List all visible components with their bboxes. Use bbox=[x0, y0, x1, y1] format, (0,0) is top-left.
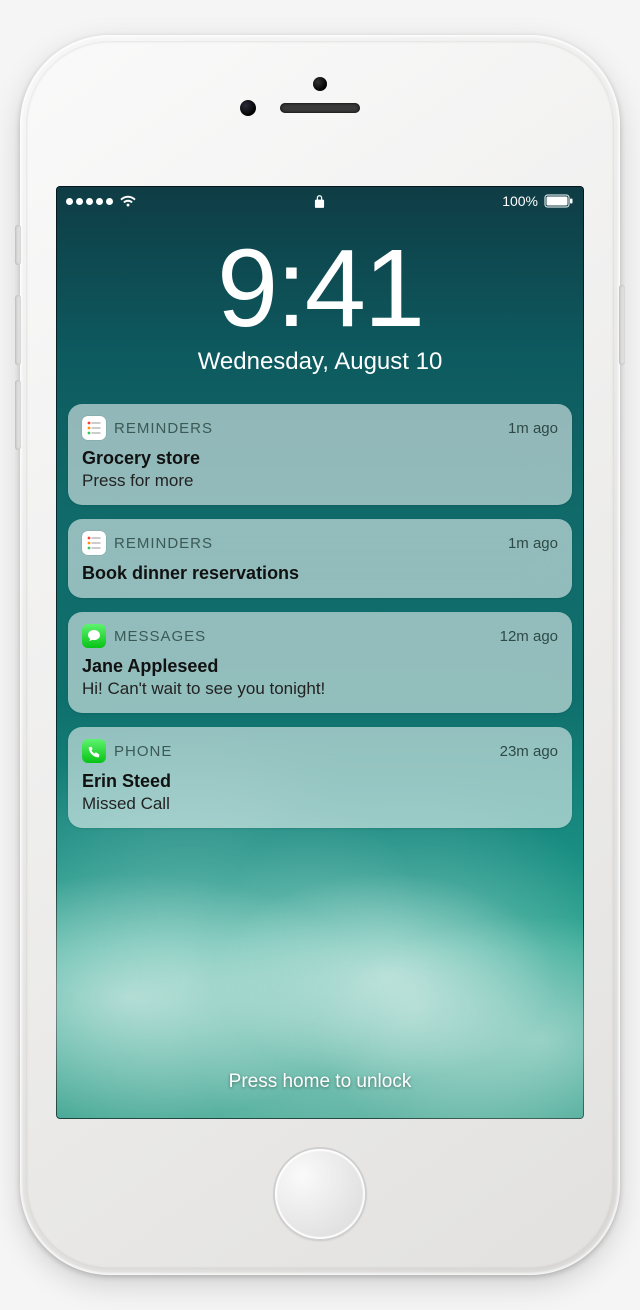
notification-app-name: PHONE bbox=[114, 743, 172, 760]
notification-time: 1m ago bbox=[508, 535, 558, 552]
notification-title: Grocery store bbox=[82, 448, 558, 469]
reminders-app-icon bbox=[82, 416, 106, 440]
messages-app-icon bbox=[82, 624, 106, 648]
phone-app-icon bbox=[82, 739, 106, 763]
lock-icon bbox=[314, 194, 325, 209]
notification-card[interactable]: REMINDERS 1m ago Grocery store Press for… bbox=[68, 404, 572, 505]
status-bar: 100% bbox=[56, 186, 584, 216]
lock-screen[interactable]: 100% 9:41 Wednesday, August 10 bbox=[56, 186, 584, 1119]
wifi-icon bbox=[119, 195, 137, 208]
notification-app-name: MESSAGES bbox=[114, 628, 206, 645]
proximity-sensor bbox=[240, 100, 256, 116]
notification-app-name: REMINDERS bbox=[114, 420, 213, 437]
earpiece-speaker bbox=[280, 103, 360, 113]
power-button[interactable] bbox=[619, 285, 625, 365]
notification-title: Jane Appleseed bbox=[82, 656, 558, 677]
home-button[interactable] bbox=[275, 1149, 365, 1239]
lock-screen-date: Wednesday, August 10 bbox=[56, 348, 584, 376]
notification-list: REMINDERS 1m ago Grocery store Press for… bbox=[56, 404, 584, 828]
notification-body: Missed Call bbox=[82, 794, 558, 814]
reminders-app-icon bbox=[82, 531, 106, 555]
notification-title: Book dinner reservations bbox=[82, 563, 558, 584]
volume-up-button[interactable] bbox=[15, 295, 21, 365]
mute-switch[interactable] bbox=[15, 225, 21, 265]
front-camera bbox=[313, 77, 327, 91]
notification-title: Erin Steed bbox=[82, 771, 558, 792]
signal-strength-icon bbox=[66, 198, 113, 205]
phone-bezel: 100% 9:41 Wednesday, August 10 bbox=[26, 41, 614, 1269]
battery-icon bbox=[544, 194, 574, 208]
notification-time: 1m ago bbox=[508, 420, 558, 437]
notification-time: 23m ago bbox=[500, 743, 558, 760]
notification-time: 12m ago bbox=[500, 628, 558, 645]
notification-app-name: REMINDERS bbox=[114, 535, 213, 552]
lock-screen-time: 9:41 bbox=[56, 234, 584, 344]
notification-body: Hi! Can't wait to see you tonight! bbox=[82, 679, 558, 699]
notification-body: Press for more bbox=[82, 471, 558, 491]
volume-down-button[interactable] bbox=[15, 380, 21, 450]
notification-card[interactable]: REMINDERS 1m ago Book dinner reservation… bbox=[68, 519, 572, 598]
unlock-hint: Press home to unlock bbox=[56, 1071, 584, 1093]
battery-percentage: 100% bbox=[502, 193, 538, 209]
notification-card[interactable]: PHONE 23m ago Erin Steed Missed Call bbox=[68, 727, 572, 828]
phone-frame: 100% 9:41 Wednesday, August 10 bbox=[20, 35, 620, 1275]
notification-card[interactable]: MESSAGES 12m ago Jane Appleseed Hi! Can'… bbox=[68, 612, 572, 713]
